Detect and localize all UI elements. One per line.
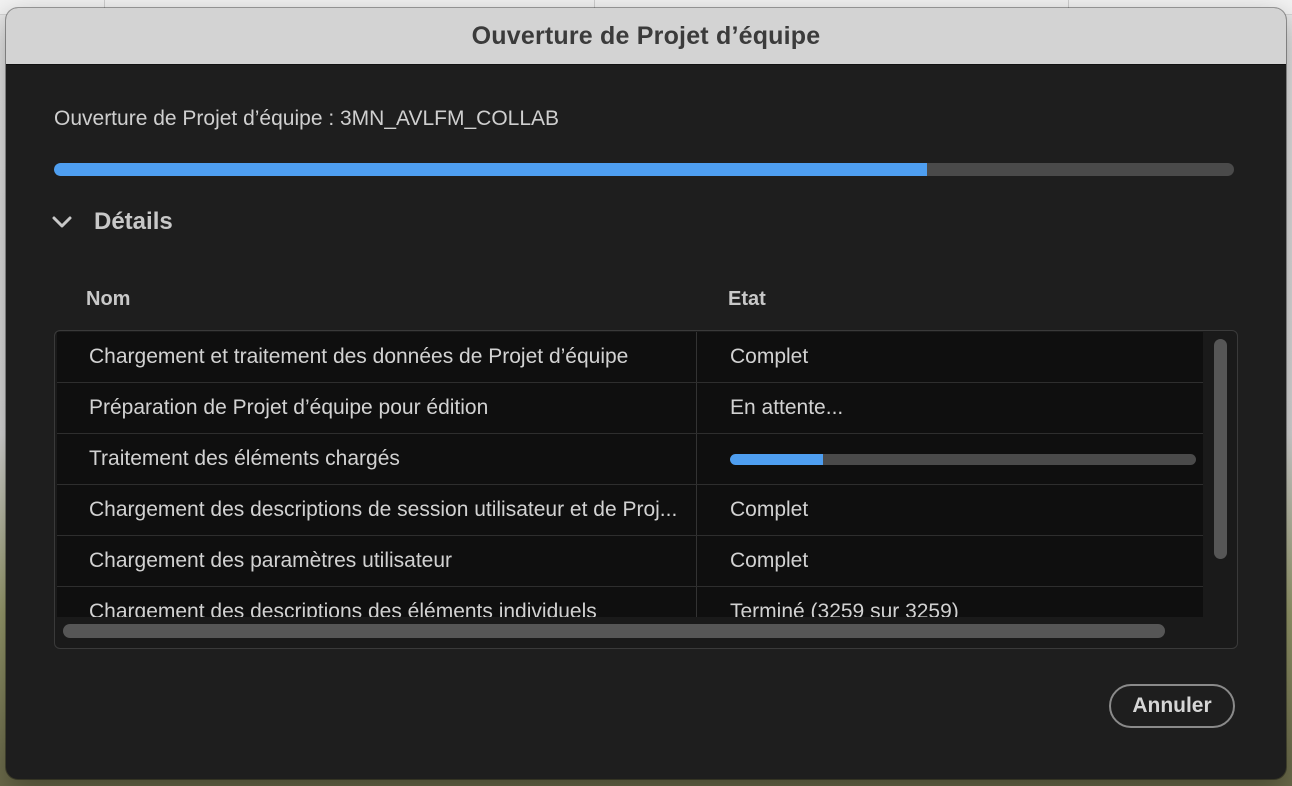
details-label: Détails (94, 208, 173, 235)
row-name-cell: Chargement des paramètres utilisateur (57, 536, 697, 586)
table-row: Chargement des descriptions de session u… (57, 485, 1203, 536)
row-state: En attente... (730, 396, 844, 419)
row-name: Traitement des éléments chargés (89, 447, 400, 470)
row-state-cell: En attente... (697, 383, 1203, 433)
overall-progress-fill (54, 163, 928, 176)
row-name-cell: Préparation de Projet d’équipe pour édit… (57, 383, 697, 433)
overall-progress-bar (54, 163, 1234, 176)
table-row: Traitement des éléments chargés (57, 434, 1203, 485)
chevron-down-icon[interactable] (50, 210, 74, 234)
vertical-scrollbar[interactable] (1214, 339, 1227, 559)
column-header-state: Etat (728, 288, 766, 310)
row-state-cell (697, 434, 1203, 484)
table-row: Chargement des descriptions des éléments… (57, 587, 1203, 617)
row-name-cell: Chargement des descriptions de session u… (57, 485, 697, 535)
details-table-body[interactable]: Chargement et traitement des données de … (57, 332, 1203, 617)
row-state: Terminé (3259 sur 3259) (730, 600, 959, 617)
table-row: Chargement des paramètres utilisateur Co… (57, 536, 1203, 587)
row-state-cell: Complet (697, 536, 1203, 586)
row-name: Chargement des descriptions des éléments… (89, 600, 597, 617)
details-toggle[interactable]: Détails (50, 208, 173, 236)
details-table: Chargement et traitement des données de … (54, 330, 1238, 649)
row-progress-bar (730, 453, 1196, 465)
column-header-name: Nom (86, 288, 131, 310)
row-name-cell: Chargement des descriptions des éléments… (57, 587, 697, 617)
cancel-button[interactable]: Annuler (1109, 684, 1235, 728)
row-state-cell: Complet (697, 332, 1203, 382)
open-team-project-dialog: Ouverture de Projet d’équipe Ouverture d… (6, 8, 1286, 779)
row-name: Chargement des paramètres utilisateur (89, 549, 453, 572)
horizontal-scrollbar[interactable] (63, 624, 1165, 638)
row-state-cell: Complet (697, 485, 1203, 535)
row-state-cell: Terminé (3259 sur 3259) (697, 587, 1203, 617)
table-row: Préparation de Projet d’équipe pour édit… (57, 383, 1203, 434)
row-name: Chargement des descriptions de session u… (89, 498, 678, 521)
row-state: Complet (730, 345, 809, 368)
row-name: Chargement et traitement des données de … (89, 345, 629, 368)
row-name-cell: Chargement et traitement des données de … (57, 332, 697, 382)
row-state: Complet (730, 498, 809, 521)
row-state: Complet (730, 549, 809, 572)
project-status-label: Ouverture de Projet d’équipe : 3MN_AVLFM… (54, 107, 560, 130)
dialog-titlebar[interactable]: Ouverture de Projet d’équipe (6, 8, 1286, 65)
dialog-title: Ouverture de Projet d’équipe (471, 21, 821, 50)
row-name: Préparation de Projet d’équipe pour édit… (89, 396, 489, 419)
table-row: Chargement et traitement des données de … (57, 332, 1203, 383)
row-name-cell: Traitement des éléments chargés (57, 434, 697, 484)
row-progress-fill (730, 453, 824, 465)
